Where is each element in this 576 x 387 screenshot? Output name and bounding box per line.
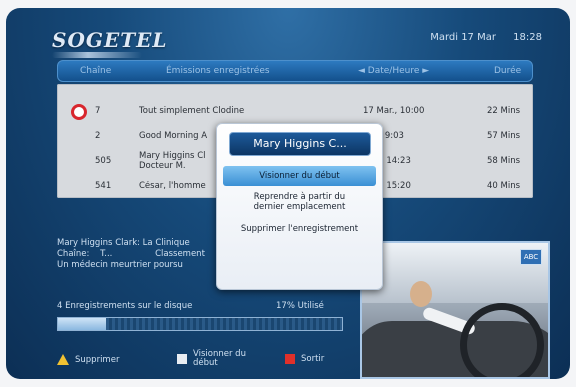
info-channel-label: Chaîne: <box>57 249 90 259</box>
disk-usage-bar <box>57 317 343 331</box>
header-channel: Chaîne <box>80 66 112 76</box>
popup-option-resume[interactable]: Reprendre à partir du dernier emplacemen… <box>223 192 376 214</box>
preview-driver <box>410 281 432 307</box>
row-duration: 40 Mins <box>487 181 521 191</box>
info-channel-value: T... <box>100 249 113 259</box>
popup-option-watch-from-start[interactable]: Visionner du début <box>223 166 376 186</box>
row-channel: 541 <box>95 181 112 191</box>
tv-screen: SOGETEL Mardi 17 Mar 18:28 Chaîne Émissi… <box>6 8 570 379</box>
exit-label: Sortir <box>301 354 325 364</box>
brand-logo: SOGETEL <box>52 28 168 52</box>
row-duration: 22 Mins <box>487 106 521 116</box>
disk-count-label: 4 Enregistrements sur le disque <box>57 301 193 311</box>
disk-usage-fill <box>58 318 107 330</box>
exit-button[interactable]: Sortir <box>285 354 324 364</box>
row-title: Tout simplement Clodine <box>139 106 245 116</box>
row-duration: 57 Mins <box>487 131 521 141</box>
popup-title: Mary Higgins C... <box>229 132 371 156</box>
footer-actions: Supprimer Visionner du début Sortir <box>57 350 347 376</box>
recording-row[interactable]: 7 Tout simplement Clodine 17 Mar., 10:00… <box>57 100 533 122</box>
logo-swoosh <box>52 52 142 58</box>
row-datetime: 17 Mar., 10:00 <box>363 106 425 116</box>
row-channel: 505 <box>95 156 112 166</box>
record-indicator-icon <box>71 104 87 120</box>
clock: Mardi 17 Mar 18:28 <box>416 32 542 43</box>
recordings-header: Chaîne Émissions enregistrées ◄ Date/Heu… <box>57 60 533 82</box>
red-square-icon <box>285 354 295 364</box>
recording-options-popup: Mary Higgins C... Visionner du début Rep… <box>216 123 383 290</box>
row-duration: 58 Mins <box>487 156 521 166</box>
disk-used-label: 17% Utilisé <box>276 301 324 311</box>
popup-option-delete[interactable]: Supprimer l'enregistrement <box>223 224 376 234</box>
delete-button[interactable]: Supprimer <box>57 354 119 365</box>
video-preview: ABC <box>360 241 550 379</box>
watch-from-start-button[interactable]: Visionner du début <box>177 350 246 368</box>
row-channel: 7 <box>95 106 101 116</box>
watch-from-start-label: Visionner du début <box>193 349 246 368</box>
header-duration: Durée <box>494 66 522 76</box>
delete-label: Supprimer <box>75 354 120 365</box>
tv-frame: SOGETEL Mardi 17 Mar 18:28 Chaîne Émissi… <box>0 0 576 387</box>
info-rating-label: Classement <box>155 249 205 259</box>
preview-steering-wheel <box>460 303 544 377</box>
header-title: Émissions enregistrées <box>166 66 270 76</box>
header-datetime[interactable]: ◄ Date/Heure ► <box>358 66 429 76</box>
row-channel: 2 <box>95 131 101 141</box>
clock-time: 18:28 <box>513 32 542 43</box>
white-square-icon <box>177 354 187 364</box>
clock-date: Mardi 17 Mar <box>430 32 496 43</box>
yellow-triangle-icon <box>57 354 69 365</box>
channel-logo-badge: ABC <box>520 249 542 265</box>
